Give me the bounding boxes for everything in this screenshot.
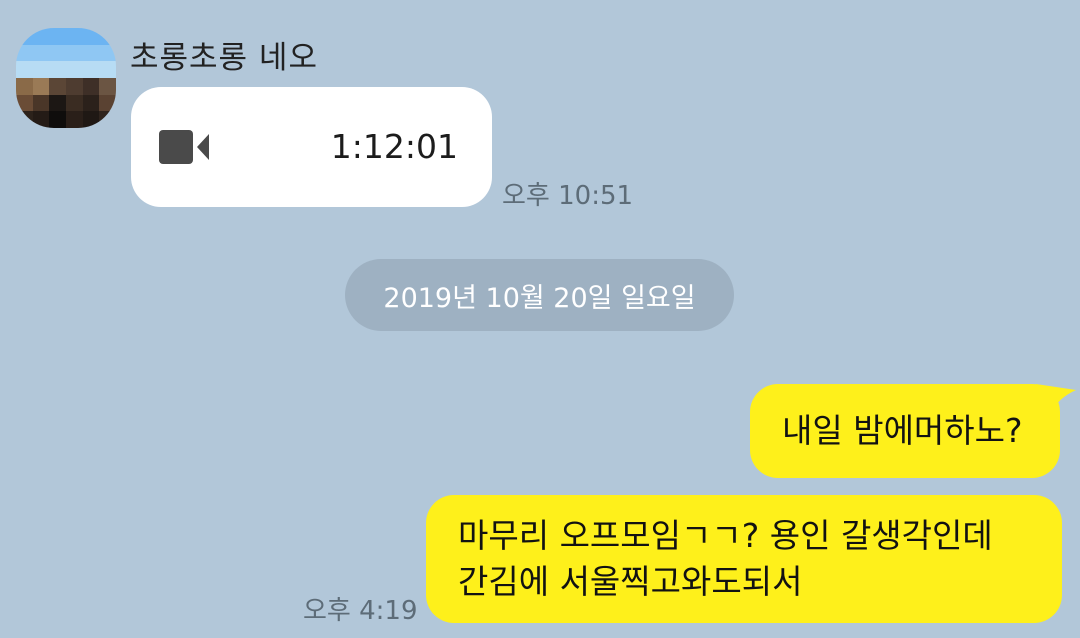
video-message-bubble[interactable]: 1:12:01 <box>131 87 492 207</box>
video-duration: 1:12:01 <box>330 127 458 166</box>
bubble-tail <box>1036 384 1076 414</box>
message-text-line: 마무리 오프모임ㄱㄱ? 용인 갈생각인데 <box>458 516 993 555</box>
sender-avatar[interactable] <box>16 28 116 128</box>
message-text: 내일 밤에머하노? <box>782 411 1023 450</box>
date-divider: 2019년 10월 20일 일요일 <box>345 259 734 331</box>
message-timestamp: 오후 4:19 <box>303 596 418 626</box>
message-timestamp: 오후 10:51 <box>502 181 634 211</box>
outgoing-message-bubble[interactable]: 내일 밤에머하노? <box>750 384 1076 478</box>
outgoing-message-bubble[interactable]: 마무리 오프모임ㄱㄱ? 용인 갈생각인데 간김에 서울찍고와도되서 <box>426 495 1062 623</box>
message-text-line: 간김에 서울찍고와도되서 <box>458 562 803 601</box>
video-camera-icon <box>159 130 209 164</box>
sender-name: 초롱초롱 네오 <box>130 40 318 76</box>
